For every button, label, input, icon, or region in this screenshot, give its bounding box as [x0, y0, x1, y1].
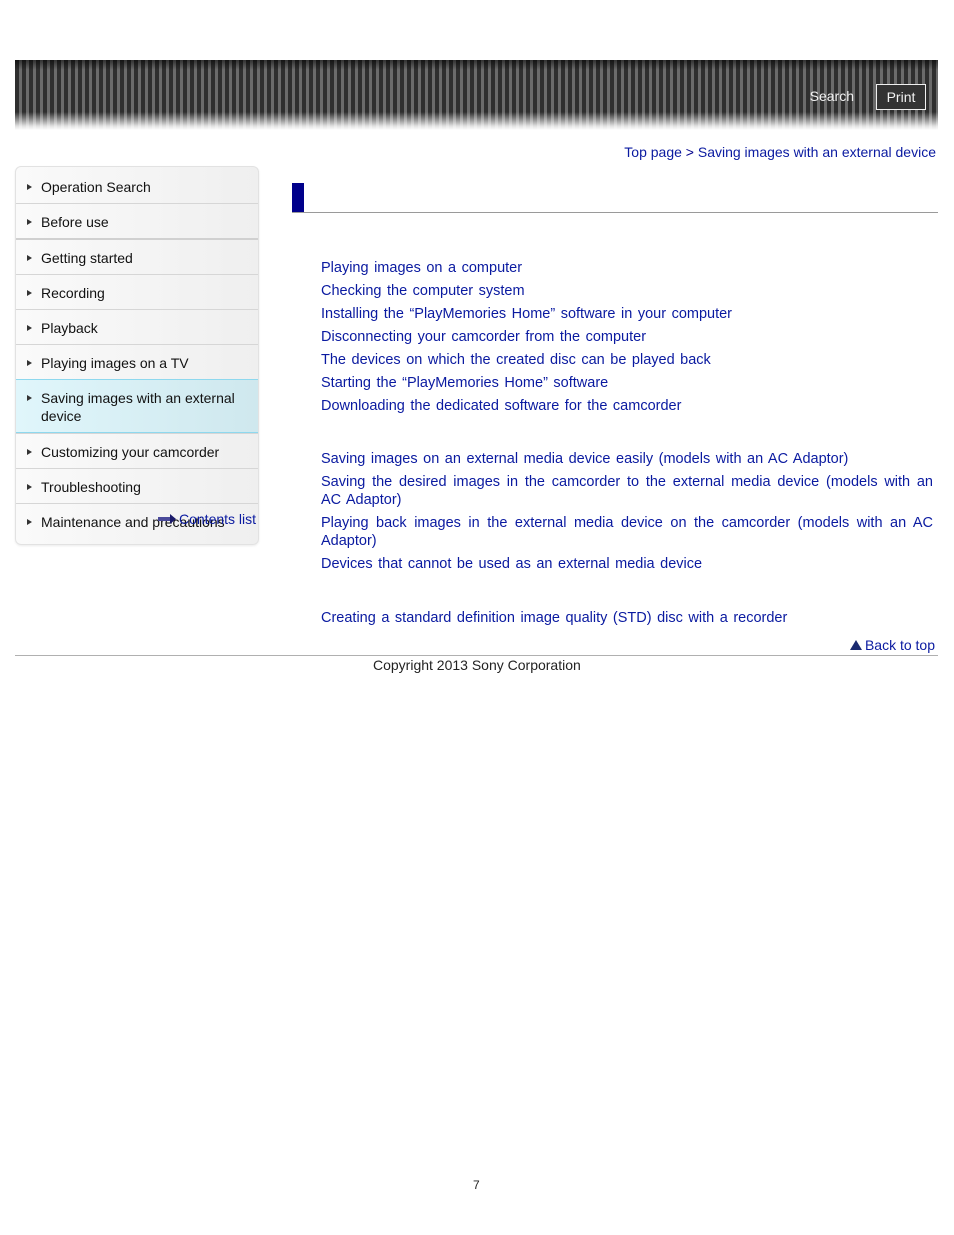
link-item[interactable]: Devices that cannot be used as an extern… — [321, 555, 933, 573]
triangle-right-icon — [27, 360, 32, 366]
heading-accent-bar — [292, 183, 304, 213]
contents-list-label: Contents list — [179, 511, 257, 527]
link-item[interactable]: Disconnecting your camcorder from the co… — [321, 328, 933, 346]
sidebar-item-saving-images-external[interactable]: Saving images with an external device — [16, 379, 258, 433]
link-item[interactable]: Playing images on a computer — [321, 259, 933, 277]
sidebar-item-label: Customizing your camcorder — [41, 444, 220, 460]
link-item[interactable]: Starting the “PlayMemories Home” softwar… — [321, 374, 933, 392]
sidebar-item-label: Operation Search — [41, 179, 151, 195]
sidebar-nav: Operation Search Before use Getting star… — [15, 166, 259, 545]
sidebar-item-troubleshooting[interactable]: Troubleshooting — [16, 468, 258, 503]
triangle-right-icon — [27, 519, 32, 525]
sidebar-item-label: Playing images on a TV — [41, 355, 189, 371]
page-number: 7 — [473, 1178, 480, 1192]
footer-divider — [15, 655, 938, 656]
triangle-right-icon — [27, 325, 32, 331]
contents-list-link[interactable]: Contents list — [158, 511, 256, 527]
breadcrumb: Top page > Saving images with an externa… — [624, 144, 936, 160]
sidebar-item-recording[interactable]: Recording — [16, 274, 258, 309]
triangle-right-icon — [27, 395, 32, 401]
print-button[interactable]: Print — [876, 84, 926, 110]
header-banner: Search Print — [15, 60, 938, 130]
sidebar-item-getting-started[interactable]: Getting started — [16, 238, 258, 274]
heading-rule — [292, 212, 938, 213]
sidebar-item-label: Recording — [41, 285, 105, 301]
sidebar-item-label: Playback — [41, 320, 98, 336]
sidebar-item-customizing[interactable]: Customizing your camcorder — [16, 433, 258, 468]
link-item[interactable]: Playing back images in the external medi… — [321, 514, 933, 550]
link-item[interactable]: Checking the computer system — [321, 282, 933, 300]
link-item[interactable]: Saving the desired images in the camcord… — [321, 473, 933, 509]
sidebar-item-playing-images-on-tv[interactable]: Playing images on a TV — [16, 344, 258, 379]
triangle-right-icon — [27, 219, 32, 225]
sidebar-item-label: Troubleshooting — [41, 479, 141, 495]
arrow-right-icon — [158, 514, 176, 524]
triangle-right-icon — [27, 184, 32, 190]
link-group-recorder: Creating a standard definition image qua… — [321, 609, 933, 632]
breadcrumb-current[interactable]: Saving images with an external device — [698, 144, 936, 160]
search-link[interactable]: Search — [810, 88, 854, 104]
triangle-right-icon — [27, 290, 32, 296]
triangle-up-icon — [849, 640, 862, 650]
breadcrumb-top-page[interactable]: Top page — [624, 144, 682, 160]
sidebar-item-label: Getting started — [41, 250, 133, 266]
link-item[interactable]: Downloading the dedicated software for t… — [321, 397, 933, 415]
link-item[interactable]: Creating a standard definition image qua… — [321, 609, 933, 627]
link-item[interactable]: The devices on which the created disc ca… — [321, 351, 933, 369]
triangle-right-icon — [27, 449, 32, 455]
breadcrumb-separator: > — [685, 144, 694, 160]
triangle-right-icon — [27, 484, 32, 490]
back-to-top-label: Back to top — [864, 637, 935, 653]
link-item[interactable]: Saving images on an external media devic… — [321, 450, 933, 468]
link-item[interactable]: Installing the “PlayMemories Home” softw… — [321, 305, 933, 323]
sidebar-item-operation-search[interactable]: Operation Search — [16, 167, 258, 203]
back-to-top-link[interactable]: Back to top — [849, 637, 935, 653]
sidebar-item-label: Before use — [41, 214, 109, 230]
link-group-external-media: Saving images on an external media devic… — [321, 450, 933, 578]
page-heading — [292, 183, 938, 213]
sidebar-item-playback[interactable]: Playback — [16, 309, 258, 344]
sidebar-item-before-use[interactable]: Before use — [16, 203, 258, 238]
copyright-text: Copyright 2013 Sony Corporation — [373, 657, 581, 673]
link-group-computer: Playing images on a computer Checking th… — [321, 259, 933, 420]
sidebar-item-label: Saving images with an external device — [41, 390, 235, 424]
triangle-right-icon — [27, 255, 32, 261]
